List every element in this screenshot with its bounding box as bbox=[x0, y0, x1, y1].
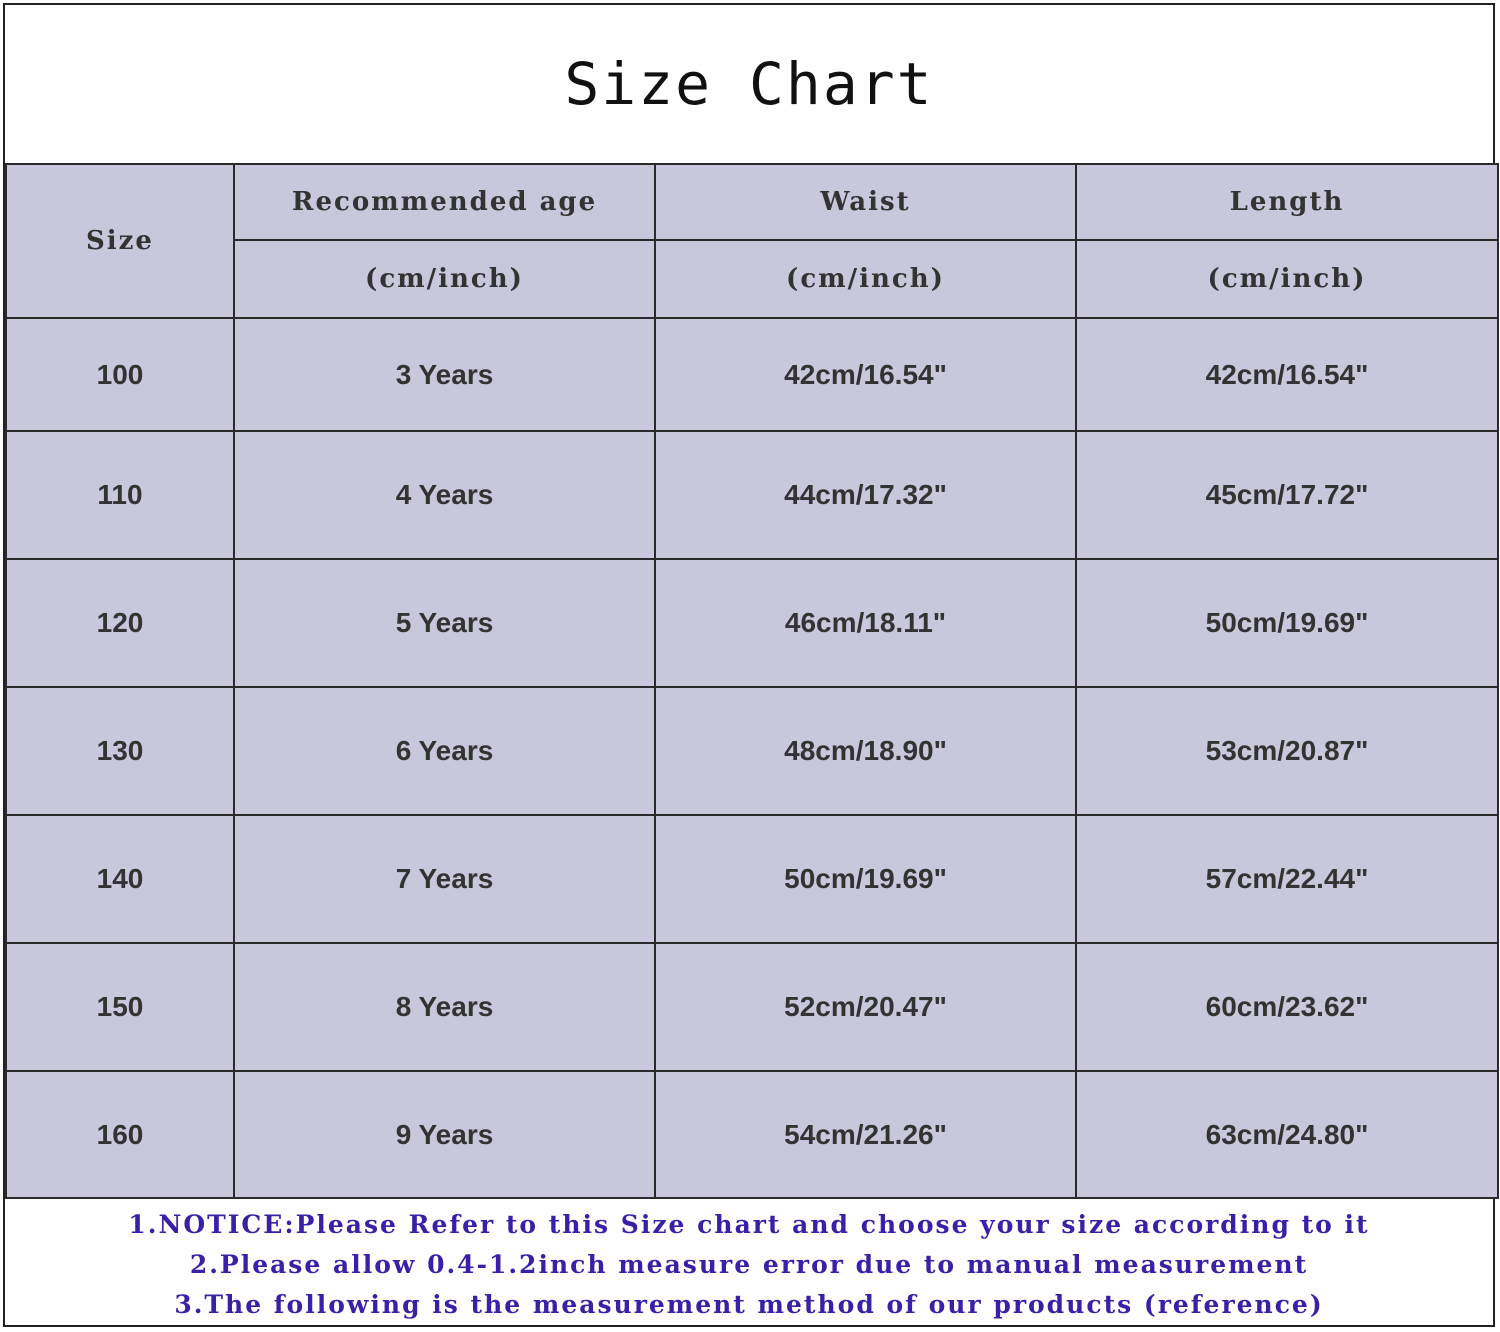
table-row: 110 4 Years 44cm/17.32" 45cm/17.72" bbox=[5, 430, 1499, 560]
header-waist: Waist bbox=[654, 163, 1077, 241]
table-row: 160 9 Years 54cm/21.26" 63cm/24.80" bbox=[5, 1070, 1499, 1199]
unit-waist: (cm/inch) bbox=[654, 239, 1077, 319]
table-row: 150 8 Years 52cm/20.47" 60cm/23.62" bbox=[5, 942, 1499, 1072]
cell-length: 50cm/19.69" bbox=[1075, 558, 1499, 688]
size-chart-frame: Size Chart Size Recommended age Waist Le… bbox=[3, 3, 1499, 1329]
unit-age: (cm/inch) bbox=[233, 239, 656, 319]
cell-length: 53cm/20.87" bbox=[1075, 686, 1499, 816]
note-line: 2.Please allow 0.4-1.2inch measure error… bbox=[189, 1250, 1309, 1279]
cell-length: 42cm/16.54" bbox=[1075, 317, 1499, 432]
cell-waist: 46cm/18.11" bbox=[654, 558, 1077, 688]
cell-waist: 44cm/17.32" bbox=[654, 430, 1077, 560]
page-title: Size Chart bbox=[564, 50, 934, 118]
unit-length: (cm/inch) bbox=[1075, 239, 1499, 319]
table-header-row: Size Recommended age Waist Length bbox=[5, 163, 1499, 319]
table-row: 120 5 Years 46cm/18.11" 50cm/19.69" bbox=[5, 558, 1499, 688]
note-line: 1.NOTICE:Please Refer to this Size chart… bbox=[128, 1210, 1370, 1239]
notes-block: 1.NOTICE:Please Refer to this Size chart… bbox=[5, 1201, 1493, 1329]
cell-length: 63cm/24.80" bbox=[1075, 1070, 1499, 1199]
cell-size: 140 bbox=[5, 814, 235, 944]
cell-length: 45cm/17.72" bbox=[1075, 430, 1499, 560]
cell-size: 110 bbox=[5, 430, 235, 560]
cell-age: 8 Years bbox=[233, 942, 656, 1072]
note-line: 3.The following is the measurement metho… bbox=[174, 1290, 1324, 1319]
header-size: Size bbox=[5, 163, 235, 319]
size-table: Size Recommended age Waist Length (cm/in… bbox=[5, 163, 1499, 1199]
cell-size: 160 bbox=[5, 1070, 235, 1199]
header-length: Length bbox=[1075, 163, 1499, 241]
cell-age: 3 Years bbox=[233, 317, 656, 432]
table-row: 130 6 Years 48cm/18.90" 53cm/20.87" bbox=[5, 686, 1499, 816]
cell-size: 100 bbox=[5, 317, 235, 432]
cell-waist: 42cm/16.54" bbox=[654, 317, 1077, 432]
cell-length: 57cm/22.44" bbox=[1075, 814, 1499, 944]
cell-size: 130 bbox=[5, 686, 235, 816]
cell-age: 6 Years bbox=[233, 686, 656, 816]
cell-age: 7 Years bbox=[233, 814, 656, 944]
cell-size: 150 bbox=[5, 942, 235, 1072]
cell-waist: 52cm/20.47" bbox=[654, 942, 1077, 1072]
cell-size: 120 bbox=[5, 558, 235, 688]
cell-age: 9 Years bbox=[233, 1070, 656, 1199]
cell-age: 4 Years bbox=[233, 430, 656, 560]
cell-waist: 54cm/21.26" bbox=[654, 1070, 1077, 1199]
table-row: 100 3 Years 42cm/16.54" 42cm/16.54" bbox=[5, 317, 1499, 432]
cell-length: 60cm/23.62" bbox=[1075, 942, 1499, 1072]
table-row: 140 7 Years 50cm/19.69" 57cm/22.44" bbox=[5, 814, 1499, 944]
header-recommended-age: Recommended age bbox=[233, 163, 656, 241]
cell-waist: 48cm/18.90" bbox=[654, 686, 1077, 816]
cell-age: 5 Years bbox=[233, 558, 656, 688]
cell-waist: 50cm/19.69" bbox=[654, 814, 1077, 944]
